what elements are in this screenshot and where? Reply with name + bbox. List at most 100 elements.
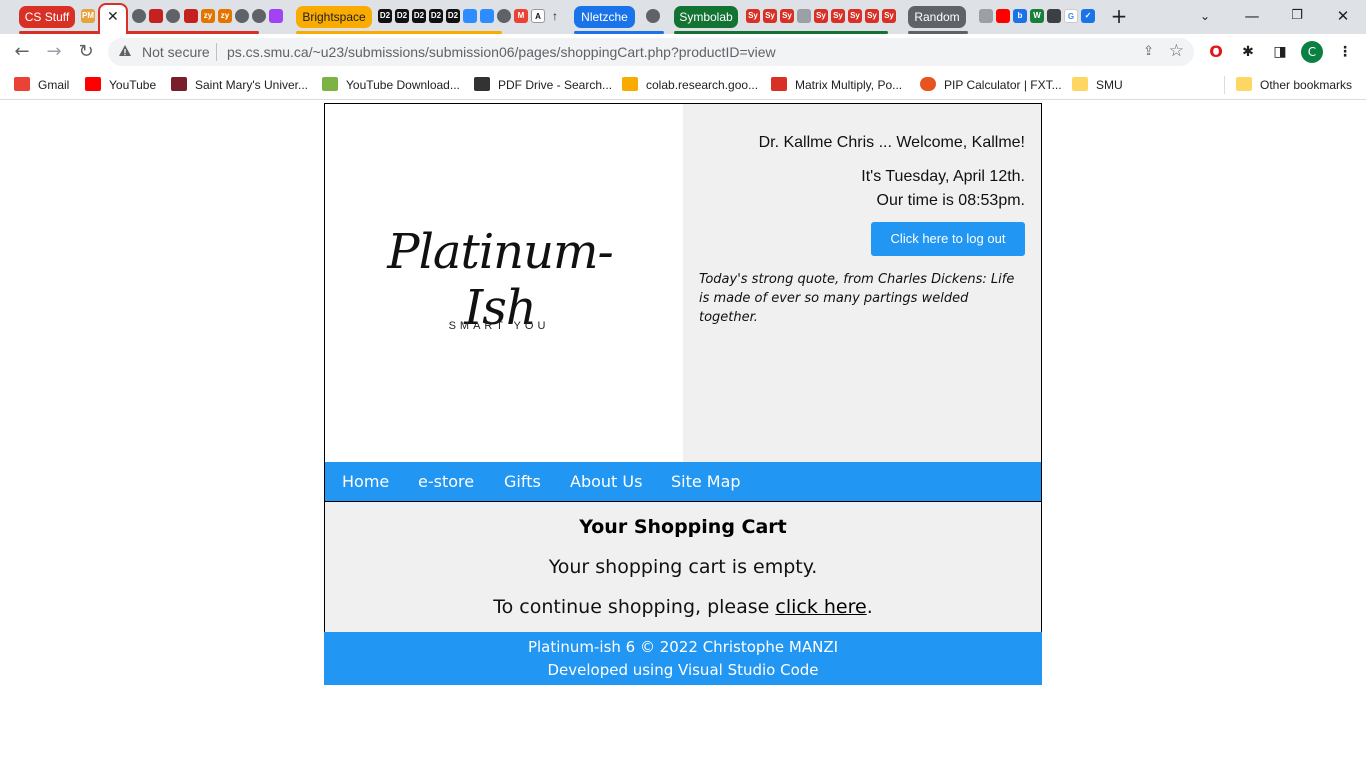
pdf-drive-icon — [474, 77, 490, 91]
bookmark-colab[interactable]: colab.research.goo... — [622, 76, 758, 94]
tab-group-brightspace[interactable]: Brightspace — [296, 6, 372, 28]
page-header: Platinum-Ish SMART YOU Dr. Kallme Chris … — [324, 103, 1042, 462]
tab-favicon[interactable]: Sy — [746, 9, 760, 23]
cart-content: Your Shopping Cart Your shopping cart is… — [324, 502, 1042, 632]
tab-favicon[interactable]: Sy — [814, 9, 828, 23]
logout-button[interactable]: Click here to log out — [871, 222, 1025, 256]
bookmark-youtube[interactable]: YouTube — [85, 76, 156, 94]
tab-favicon[interactable]: G — [1064, 9, 1078, 23]
minimize-button[interactable]: — — [1240, 6, 1264, 26]
tab-favicon[interactable]: zy — [201, 9, 215, 23]
bookmark-star-icon[interactable]: ☆ — [1169, 41, 1184, 61]
nav-e-store[interactable]: e-store — [418, 462, 474, 501]
daily-quote: Today's strong quote, from Charles Dicke… — [699, 272, 1015, 325]
browser-toolbar: ← → ↻ Not secure ps.cs.smu.ca/~u23/submi… — [0, 34, 1366, 70]
nav-about-us[interactable]: About Us — [570, 462, 642, 501]
address-bar[interactable]: Not secure ps.cs.smu.ca/~u23/submissions… — [108, 38, 1194, 66]
continue-shopping-link[interactable]: click here — [775, 596, 866, 618]
cart-title: Your Shopping Cart — [579, 516, 787, 538]
extensions-puzzle-icon[interactable]: ✱ — [1238, 42, 1258, 62]
tab-favicon[interactable]: D2 — [378, 9, 392, 23]
reload-button[interactable]: ↻ — [75, 41, 97, 63]
tab-favicon[interactable]: D2 — [429, 9, 443, 23]
welcome-message: Dr. Kallme Chris ... Welcome, Kallme! — [758, 134, 1025, 151]
tab-favicon[interactable] — [480, 9, 494, 23]
tab-favicon[interactable]: D2 — [395, 9, 409, 23]
bookmark-saint-marys[interactable]: Saint Mary's Univer... — [171, 76, 308, 94]
tab-favicon[interactable]: D2 — [412, 9, 426, 23]
tab-favicon[interactable]: A — [531, 9, 545, 23]
tab-favicon[interactable] — [166, 9, 180, 23]
colab-icon — [622, 77, 638, 91]
forward-button[interactable]: → — [43, 41, 65, 63]
download-arrow-icon — [322, 77, 338, 91]
logo-tagline: SMART YOU — [448, 320, 550, 332]
tab-favicon[interactable]: PM — [81, 9, 95, 23]
tab-favicon[interactable] — [797, 9, 811, 23]
info-panel: Dr. Kallme Chris ... Welcome, Kallme! It… — [683, 104, 1041, 462]
tab-search-chevron-icon[interactable]: ⌄ — [1193, 6, 1217, 26]
tab-favicon[interactable] — [979, 9, 993, 23]
cart-empty-message: Your shopping cart is empty. — [548, 556, 818, 578]
url-text[interactable]: ps.cs.smu.ca/~u23/submissions/submission… — [227, 44, 776, 60]
share-icon[interactable]: ⇪ — [1143, 44, 1154, 59]
tab-favicon[interactable]: Sy — [865, 9, 879, 23]
bookmark-matrix-multiply[interactable]: Matrix Multiply, Po... — [771, 76, 902, 94]
tab-favicon[interactable]: W — [1030, 9, 1044, 23]
tab-favicon[interactable]: M — [514, 9, 528, 23]
close-window-button[interactable]: ✕ — [1331, 6, 1355, 26]
tab-favicon[interactable] — [184, 9, 198, 23]
folder-icon — [1072, 77, 1088, 91]
menu-kebab-icon[interactable]: ⋮ — [1335, 42, 1355, 62]
bookmark-smu[interactable]: SMU — [1072, 76, 1123, 94]
opera-extension-icon[interactable]: O — [1206, 42, 1226, 62]
bookmark-pdf-drive[interactable]: PDF Drive - Search... — [474, 76, 612, 94]
tab-favicon[interactable]: zy — [218, 9, 232, 23]
tab-favicon[interactable]: Sy — [848, 9, 862, 23]
pip-calculator-icon — [920, 77, 936, 91]
tab-favicon[interactable]: Sy — [763, 9, 777, 23]
other-bookmarks[interactable]: Other bookmarks — [1236, 76, 1352, 94]
nav-gifts[interactable]: Gifts — [504, 462, 541, 501]
tab-favicon[interactable] — [1047, 9, 1061, 23]
tab-favicon[interactable]: ✓ — [1081, 9, 1095, 23]
tab-favicon[interactable] — [132, 9, 146, 23]
side-panel-icon[interactable]: ◨ — [1270, 42, 1290, 62]
tab-favicon[interactable]: D2 — [446, 9, 460, 23]
continue-shopping-text: To continue shopping, please click here. — [493, 596, 873, 618]
tab-favicon[interactable] — [497, 9, 511, 23]
tab-favicon[interactable] — [149, 9, 163, 23]
tab-favicon[interactable]: ↑ — [548, 9, 562, 23]
bookmarks-divider — [1224, 76, 1225, 94]
tab-favicon[interactable] — [252, 9, 266, 23]
bookmark-youtube-downloader[interactable]: YouTube Download... — [322, 76, 460, 94]
close-tab-icon[interactable]: ✕ — [107, 9, 119, 25]
tab-favicon[interactable]: b — [1013, 9, 1027, 23]
nav-site-map[interactable]: Site Map — [671, 462, 741, 501]
tab-favicon[interactable]: Sy — [780, 9, 794, 23]
tab-favicon[interactable] — [463, 9, 477, 23]
active-tab[interactable]: ✕ — [98, 3, 128, 34]
footer-copyright: Platinum-ish 6 © 2022 Christophe MANZI — [527, 638, 839, 656]
tab-group-symbolab[interactable]: Symbolab — [674, 6, 738, 28]
warning-icon — [119, 45, 131, 56]
page-footer: Platinum-ish 6 © 2022 Christophe MANZI D… — [324, 632, 1042, 685]
tab-favicon[interactable]: Sy — [831, 9, 845, 23]
tab-group-cs-stuff[interactable]: CS Stuff — [19, 6, 75, 28]
tab-favicon[interactable]: Sy — [882, 9, 896, 23]
back-button[interactable]: ← — [11, 41, 33, 63]
bookmark-gmail[interactable]: Gmail — [14, 76, 69, 94]
tab-group-nletzche[interactable]: Nletzche — [574, 6, 635, 28]
bookmark-pip-calculator[interactable]: PIP Calculator | FXT... — [920, 76, 1062, 94]
tab-group-random[interactable]: Random — [908, 6, 966, 28]
profile-avatar[interactable]: C — [1301, 41, 1323, 63]
tab-favicon[interactable] — [269, 9, 283, 23]
new-tab-button[interactable]: + — [1107, 6, 1131, 26]
tab-favicon[interactable] — [996, 9, 1010, 23]
restore-button[interactable]: ❐ — [1285, 6, 1309, 26]
tab-favicon[interactable] — [646, 9, 660, 23]
not-secure-label[interactable]: Not secure — [142, 44, 210, 60]
symbolab-icon — [771, 77, 787, 91]
tab-favicon[interactable] — [235, 9, 249, 23]
nav-home[interactable]: Home — [342, 462, 389, 501]
